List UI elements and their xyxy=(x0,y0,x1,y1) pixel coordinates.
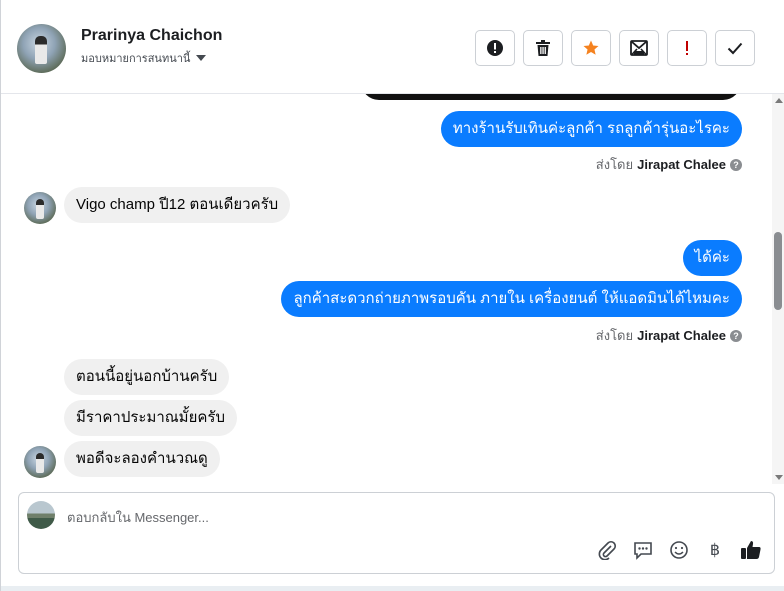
saved-reply-button[interactable] xyxy=(632,539,654,561)
reply-input[interactable] xyxy=(67,506,727,528)
sent-by-prefix: ส่งโดย xyxy=(595,157,634,172)
like-button[interactable] xyxy=(740,539,762,561)
sent-by-label: ส่งโดย Jirapat Chalee ? xyxy=(596,154,742,175)
star-icon xyxy=(583,40,599,55)
report-spam-button[interactable] xyxy=(475,30,515,66)
clipped-message-bubble xyxy=(361,94,741,100)
emoji-icon xyxy=(670,541,688,559)
attach-button[interactable] xyxy=(596,539,618,561)
like-icon xyxy=(741,541,761,559)
outgoing-message[interactable]: ได้ค่ะ xyxy=(682,240,742,276)
outgoing-message[interactable]: ทางร้านรับเทินค่ะลูกค้า รถลูกค้ารุ่นอะไร… xyxy=(440,111,742,147)
payment-button[interactable]: ฿ xyxy=(704,539,726,561)
conversation-header: Prarinya Chaichon มอบหมายการสนทนานี้ xyxy=(1,0,784,94)
sent-by-agent[interactable]: Jirapat Chalee xyxy=(637,328,726,343)
contact-name[interactable]: Prarinya Chaichon xyxy=(81,27,222,45)
contact-avatar-small[interactable] xyxy=(24,192,56,224)
mark-important-button[interactable] xyxy=(667,30,707,66)
saved-reply-icon xyxy=(634,542,652,560)
mark-unread-icon xyxy=(630,40,648,56)
delete-button[interactable] xyxy=(523,30,563,66)
mark-done-button[interactable] xyxy=(715,30,755,66)
scroll-up-icon[interactable] xyxy=(775,98,783,103)
sent-by-label: ส่งโดย Jirapat Chalee ? xyxy=(596,325,742,346)
assign-conversation-dropdown[interactable]: มอบหมายการสนทนานี้ xyxy=(81,49,207,67)
attach-icon xyxy=(598,540,617,560)
conversation-toolbar xyxy=(475,30,755,66)
composer-actions: ฿ xyxy=(596,539,762,561)
messenger-conversation-panel: Prarinya Chaichon มอบหมายการสนทนานี้ ทาง… xyxy=(0,0,784,591)
help-icon[interactable]: ? xyxy=(730,158,742,171)
contact-avatar-small[interactable] xyxy=(24,446,56,478)
trash-icon xyxy=(536,40,550,56)
outgoing-message[interactable]: ลูกค้าสะดวกถ่ายภาพรอบคัน ภายใน เครื่องยน… xyxy=(281,281,742,317)
incoming-message[interactable]: พอดีจะลองคำนวณดู xyxy=(64,441,220,477)
baht-payment-icon: ฿ xyxy=(709,542,721,559)
reply-composer: ฿ xyxy=(18,492,775,574)
incoming-message[interactable]: ตอนนี้อยู่นอกบ้านครับ xyxy=(64,359,230,395)
scroll-down-icon[interactable] xyxy=(775,475,783,480)
help-icon[interactable]: ? xyxy=(730,329,742,342)
page-avatar xyxy=(27,501,55,529)
sent-by-prefix: ส่งโดย xyxy=(595,328,634,343)
caret-down-icon xyxy=(196,55,207,61)
emoji-button[interactable] xyxy=(668,539,690,561)
sent-by-agent[interactable]: Jirapat Chalee xyxy=(637,157,726,172)
important-icon xyxy=(686,41,688,55)
mark-unread-button[interactable] xyxy=(619,30,659,66)
incoming-message[interactable]: มีราคาประมาณมั้ยครับ xyxy=(64,400,237,436)
star-button[interactable] xyxy=(571,30,611,66)
contact-avatar[interactable] xyxy=(17,24,66,73)
assign-label: มอบหมายการสนทนานี้ xyxy=(81,53,191,65)
message-list: ทางร้านรับเทินค่ะลูกค้า รถลูกค้ารุ่นอะไร… xyxy=(1,94,771,486)
check-icon xyxy=(727,42,743,55)
alert-icon xyxy=(487,40,503,56)
message-scrollbar[interactable] xyxy=(772,94,784,484)
bottom-edge xyxy=(1,586,784,591)
incoming-message[interactable]: Vigo champ ปี12 ตอนเดียวครับ xyxy=(64,187,291,223)
scrollbar-thumb[interactable] xyxy=(774,232,782,310)
